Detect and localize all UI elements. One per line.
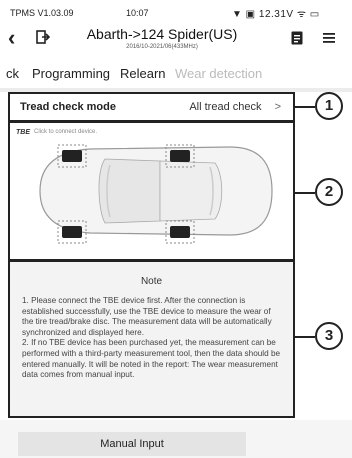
vehicle-subtitle: 2016/10-2021/06(433MHz) [126, 44, 198, 50]
back-icon[interactable]: ‹ [8, 25, 15, 51]
vehicle-title: Abarth->124 Spider(US) [86, 26, 238, 42]
callout-2: 2 [315, 178, 343, 206]
tab-relearn[interactable]: Relearn [120, 66, 166, 81]
tire-front-left[interactable] [62, 150, 82, 162]
note-title: Note [140, 276, 163, 287]
callout-1: 1 [315, 92, 343, 120]
exit-icon[interactable] [36, 30, 50, 44]
signal-icon: ▼ ▣ [232, 9, 259, 20]
clock: 10:07 [126, 8, 149, 18]
tread-mode-selection: All tread check [189, 101, 262, 113]
tab-check[interactable]: ck [6, 66, 19, 81]
tread-check-mode-label: Tread check mode [20, 101, 116, 113]
callout-line-3 [295, 336, 315, 338]
tire-front-right[interactable] [170, 150, 190, 162]
function-tabs: ck Programming Relearn Wear detection [0, 62, 352, 86]
tab-wear-detection[interactable]: Wear detection [175, 66, 262, 81]
note-body: 1. Please connect the TBE device first. … [22, 296, 281, 380]
tab-programming[interactable]: Programming [32, 66, 110, 81]
tread-check-mode-value: All tread check > [189, 101, 281, 113]
menu-icon[interactable] [322, 30, 336, 46]
note-panel: Note 1. Please connect the TBE device fi… [8, 260, 295, 418]
status-indicators: ▼ ▣ 12.31V ᯤ ▭ [232, 6, 320, 20]
tire-rear-left[interactable] [62, 226, 82, 238]
tire-diagram-panel: TBE Click to connect device. [8, 121, 295, 261]
manual-input-button[interactable]: Manual Input [18, 432, 246, 456]
status-bar: TPMS V1.03.09 10:07 ▼ ▣ 12.31V ᯤ ▭ [0, 0, 352, 24]
battery-voltage: 12.31V [258, 9, 294, 20]
title-bar: ‹ Abarth->124 Spider(US) 2016/10-2021/06… [0, 22, 352, 60]
chevron-right-icon: > [274, 101, 281, 113]
wifi-icon: ᯤ ▭ [293, 9, 320, 20]
report-icon[interactable] [290, 30, 304, 46]
app-version: TPMS V1.03.09 [10, 8, 74, 18]
tire-rear-right[interactable] [170, 226, 190, 238]
car-top-view [39, 144, 273, 244]
callout-line-2 [295, 192, 315, 194]
callout-3: 3 [315, 322, 343, 350]
callout-line-1 [295, 106, 315, 108]
tread-check-mode-row[interactable]: Tread check mode All tread check > [8, 92, 295, 122]
